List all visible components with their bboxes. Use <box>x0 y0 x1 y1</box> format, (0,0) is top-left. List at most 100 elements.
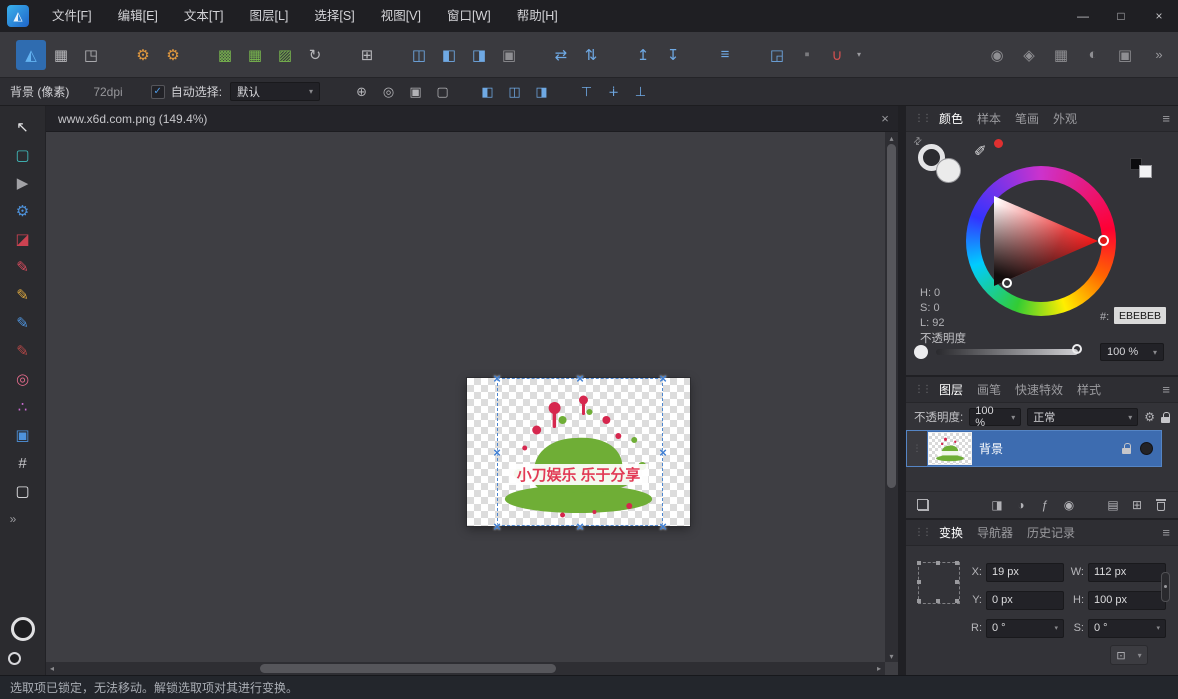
layer-effects-button[interactable]: ƒ <box>1037 497 1053 513</box>
flip-vertical-button[interactable]: ⇅ <box>576 40 606 70</box>
opacity-value-dropdown[interactable]: 100 % ▾ <box>1100 343 1164 361</box>
vertical-scrollbar[interactable]: ▴ ▾ <box>885 132 898 662</box>
fill-color-well[interactable] <box>936 158 961 183</box>
snap-grid-button[interactable]: ▩ <box>210 40 240 70</box>
alignment-button[interactable]: ≡ <box>710 40 740 70</box>
show-grid-button[interactable]: ⊞ <box>352 40 382 70</box>
mask-layer-button[interactable]: ◨ <box>989 497 1005 513</box>
freehand-select-tool[interactable]: ▶ <box>10 174 36 192</box>
snap-right-button[interactable]: ◨ <box>464 40 494 70</box>
opacity-slider-knob[interactable] <box>914 345 928 359</box>
shape-tool[interactable]: ▢ <box>10 482 36 500</box>
marquee-select-tool[interactable]: ▢ <box>10 146 36 164</box>
panel-menu-icon[interactable]: ≡ <box>1162 525 1170 540</box>
snap-pixel-button[interactable]: ▦ <box>240 40 270 70</box>
rotation-center-button[interactable]: ⊡ ▾ <box>1110 645 1148 665</box>
menu-layer[interactable]: 图层[L] <box>236 0 301 32</box>
liquify-persona-button[interactable]: ▦ <box>46 40 76 70</box>
snapping-options-caret[interactable]: ▾ <box>852 40 866 70</box>
align-bottom-button[interactable]: ⊥ <box>627 81 654 103</box>
align-left-button[interactable]: ◧ <box>474 81 501 103</box>
menu-select[interactable]: 选择[S] <box>301 0 367 32</box>
bounds-button[interactable]: ▢ <box>429 81 456 103</box>
auto-select-checkbox[interactable]: ✓ <box>151 85 165 99</box>
tab-swatches[interactable]: 样本 <box>977 110 1001 127</box>
saturation-marker[interactable] <box>1002 278 1012 288</box>
align-center-button[interactable]: ◫ <box>501 81 528 103</box>
tab-color[interactable]: 颜色 <box>939 110 963 127</box>
move-tool[interactable]: ↖ <box>10 118 36 136</box>
selection-bounds[interactable]: × × × × × × × × <box>497 378 663 526</box>
shear-slider[interactable] <box>1161 572 1170 602</box>
tab-appearance[interactable]: 外观 <box>1053 110 1077 127</box>
arrange-forward-button[interactable]: ↥ <box>628 40 658 70</box>
selection-handle[interactable]: × <box>490 445 504 459</box>
panel-grip[interactable]: ⋮⋮ <box>914 384 930 395</box>
close-document-icon[interactable]: × <box>872 111 898 126</box>
lock-layer-icon[interactable] <box>1161 412 1170 423</box>
live-filter-button[interactable]: ◉ <box>1061 497 1077 513</box>
align-right-button[interactable]: ◨ <box>528 81 555 103</box>
cycle-selection-box-button[interactable]: ◎ <box>375 81 402 103</box>
selection-handle[interactable]: × <box>490 519 504 533</box>
tab-styles[interactable]: 样式 <box>1077 381 1101 398</box>
align-top-button[interactable]: ⊤ <box>573 81 600 103</box>
export-persona-button[interactable]: ◳ <box>76 40 106 70</box>
horizontal-scroll-thumb[interactable] <box>260 664 556 673</box>
color-profile-button[interactable]: ◉ <box>982 40 1012 70</box>
panel-grip[interactable]: ⋮⋮ <box>914 527 930 538</box>
opacity-slider-track[interactable] <box>936 349 1078 355</box>
place-image-tool[interactable]: ▣ <box>10 426 36 444</box>
gamut-check-button[interactable]: ▣ <box>1110 40 1140 70</box>
snapping-magnet-button[interactable]: ∪ <box>822 40 852 70</box>
blend-mode-dropdown[interactable]: 正常▾ <box>1027 408 1138 426</box>
preferences-button[interactable]: ⚙ <box>158 40 188 70</box>
snap-shape-button[interactable]: ▨ <box>270 40 300 70</box>
clone-brush-tool[interactable]: ◎ <box>10 370 36 388</box>
tab-layers[interactable]: 图层 <box>939 381 963 398</box>
hex-value-field[interactable]: EBEBEB <box>1114 307 1166 324</box>
more-tools-button[interactable]: » <box>0 512 26 526</box>
tab-navigator[interactable]: 导航器 <box>977 524 1013 541</box>
layer-row[interactable]: ⋮ 背景 <box>906 430 1162 467</box>
flood-select-tool[interactable]: ⚙ <box>10 202 36 220</box>
scroll-down-icon[interactable]: ▾ <box>885 650 898 662</box>
new-pixel-layer-button[interactable]: ▤ <box>1105 497 1121 513</box>
tab-history[interactable]: 历史记录 <box>1027 524 1075 541</box>
layer-opacity-dropdown[interactable]: 100 %▾ <box>969 408 1021 426</box>
eyedropper-icon[interactable]: ✐ <box>974 142 987 160</box>
layer-thumbnail[interactable] <box>929 433 971 464</box>
blur-brush-tool[interactable]: ∴ <box>10 398 36 416</box>
gradient-tool[interactable]: ◪ <box>10 230 36 248</box>
menu-help[interactable]: 帮助[H] <box>504 0 571 32</box>
transform-origin-button[interactable]: ⊕ <box>348 81 375 103</box>
document-tab[interactable]: www.x6d.com.png (149.4%) <box>46 106 219 131</box>
horizontal-scrollbar[interactable]: ◂ ▸ <box>46 662 885 675</box>
selection-handle[interactable]: × <box>656 519 670 533</box>
white-swatch[interactable] <box>1139 165 1152 178</box>
primary-color-well[interactable] <box>11 617 35 641</box>
selection-handle[interactable]: × <box>490 371 504 385</box>
selection-handle[interactable]: × <box>656 371 670 385</box>
menu-edit[interactable]: 编辑[E] <box>105 0 171 32</box>
pen-tool[interactable]: ✎ <box>10 258 36 276</box>
vertical-scroll-thumb[interactable] <box>887 144 896 488</box>
layer-drag-handle[interactable]: ⋮ <box>907 431 927 466</box>
menu-file[interactable]: 文件[F] <box>39 0 105 32</box>
new-layer-button[interactable]: ⊞ <box>1129 497 1145 513</box>
rotate-canvas-button[interactable]: ↻ <box>300 40 330 70</box>
panel-grip[interactable]: ⋮⋮ <box>914 113 930 124</box>
align-middle-button[interactable]: ∔ <box>600 81 627 103</box>
menu-text[interactable]: 文本[T] <box>171 0 237 32</box>
scroll-up-icon[interactable]: ▴ <box>885 132 898 144</box>
menu-view[interactable]: 视图[V] <box>368 0 434 32</box>
color-wheel[interactable] <box>966 166 1116 316</box>
close-button[interactable]: × <box>1140 0 1178 32</box>
erase-brush-tool[interactable]: ✎ <box>10 342 36 360</box>
hue-marker[interactable] <box>1098 235 1109 246</box>
pencil-tool[interactable]: ✎ <box>10 286 36 304</box>
canvas-artboard[interactable]: 小刀娱乐 乐于分享 × × × × × × × × <box>467 378 690 526</box>
paint-brush-tool[interactable]: ✎ <box>10 314 36 332</box>
selection-handle[interactable]: × <box>573 371 587 385</box>
layer-visibility-toggle[interactable] <box>1140 442 1153 455</box>
